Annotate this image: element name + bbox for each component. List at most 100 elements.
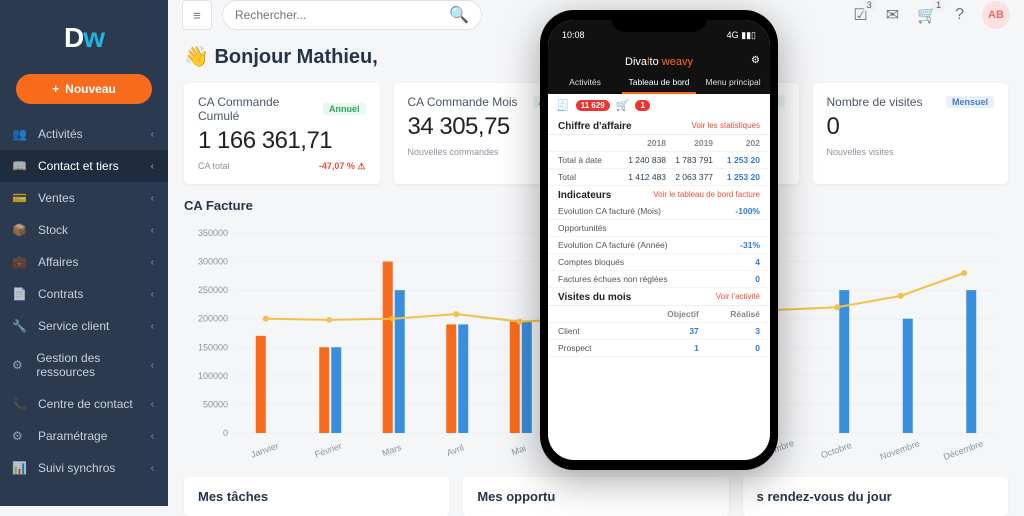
- kpi-title: Nombre de visites: [827, 95, 923, 109]
- svg-text:Octobre: Octobre: [819, 440, 853, 460]
- sidebar-item-label: Ventes: [38, 191, 75, 205]
- svg-text:Février: Février: [313, 441, 343, 460]
- chevron-left-icon: ‹: [151, 321, 154, 332]
- svg-text:200000: 200000: [198, 314, 228, 324]
- gear-icon[interactable]: ⚙: [751, 55, 760, 66]
- kpi-delta: -47,07 % ⚠: [319, 161, 366, 172]
- indicator-row: Evolution CA facturé (Année)-31%: [548, 237, 770, 254]
- nav-icon: 📖: [12, 159, 30, 173]
- sidebar-item-9[interactable]: ⚙ Paramétrage ‹: [0, 420, 168, 452]
- svg-text:Janvier: Janvier: [249, 441, 280, 460]
- kpi-value: 1 166 361,71: [198, 127, 366, 155]
- kpi-tag: Mensuel: [946, 96, 994, 108]
- nav-icon: ⚙: [12, 358, 28, 372]
- sidebar-item-label: Stock: [38, 223, 68, 237]
- sidebar: Dw +Nouveau 👥 Activités ‹ 📖 Contact et tiers…: [0, 0, 168, 506]
- sidebar-item-2[interactable]: 💳 Ventes ‹: [0, 182, 168, 214]
- nav-icon: 🔧: [12, 319, 30, 333]
- svg-text:Novembre: Novembre: [879, 438, 921, 462]
- bottom-card: Mes tâches: [184, 477, 449, 516]
- svg-text:150000: 150000: [198, 342, 228, 352]
- kpi-card: CA Commande CumuléAnnuel1 166 361,71CA t…: [184, 83, 380, 184]
- sidebar-item-1[interactable]: 📖 Contact et tiers ‹: [0, 150, 168, 182]
- svg-text:300000: 300000: [198, 257, 228, 267]
- kpi-title: CA Commande Mois: [408, 95, 518, 109]
- kpi-title: CA Commande Cumulé: [198, 95, 323, 123]
- nav-icon: 📦: [12, 223, 30, 237]
- mail-icon[interactable]: ✉: [886, 5, 899, 25]
- chevron-left-icon: ‹: [151, 463, 154, 474]
- kpi-card: Nombre de visites Mensuel 0 Nouvelles visit…: [813, 83, 1009, 184]
- sidebar-item-label: Contact et tiers: [38, 159, 119, 173]
- plus-icon: +: [52, 82, 59, 96]
- kpi-tag: Annuel: [323, 103, 366, 115]
- main: ≡ 🔍 ☑3 ✉ 🛒1 ? AB 👋 Bonjour Mathieu, CA C…: [168, 0, 1024, 506]
- phone-header: Divalto weavy ⚙: [548, 50, 770, 72]
- svg-text:350000: 350000: [198, 228, 228, 238]
- new-button[interactable]: +Nouveau: [16, 74, 152, 104]
- nav-icon: 💳: [12, 191, 30, 205]
- phone-tabs[interactable]: ActivitésTableau de bordMenu principal: [548, 72, 770, 94]
- chevron-left-icon: ‹: [151, 129, 154, 140]
- svg-text:0: 0: [223, 428, 228, 438]
- sidebar-item-4[interactable]: 💼 Affaires ‹: [0, 246, 168, 278]
- sidebar-item-6[interactable]: 🔧 Service client ‹: [0, 310, 168, 342]
- svg-text:Décembre: Décembre: [942, 438, 984, 462]
- chevron-left-icon: ‹: [151, 193, 154, 204]
- kpi-sub: Nouvelles visites: [827, 147, 894, 157]
- indicator-row: Evolution CA facturé (Mois)-100%: [548, 203, 770, 220]
- sidebar-item-label: Activités: [38, 127, 83, 141]
- nav-icon: 💼: [12, 255, 30, 269]
- sidebar-item-label: Paramétrage: [38, 429, 107, 443]
- phone-mockup: 10:084G ▮▮▯ Divalto weavy ⚙ ActivitésTab…: [540, 10, 778, 470]
- hamburger-icon: ≡: [193, 8, 201, 23]
- indicator-row: Factures échues non réglées0: [548, 271, 770, 288]
- cart-icon[interactable]: 🛒1: [917, 5, 937, 25]
- sidebar-nav: 👥 Activités ‹ 📖 Contact et tiers ‹ 💳 Ventes ‹ 📦 St…: [0, 118, 168, 506]
- bottom-card: Mes opportu: [463, 477, 728, 516]
- svg-text:50000: 50000: [203, 399, 228, 409]
- sidebar-item-label: Centre de contact: [38, 397, 133, 411]
- search-input[interactable]: [235, 8, 449, 22]
- chevron-left-icon: ‹: [151, 225, 154, 236]
- search-icon: 🔍: [449, 5, 469, 25]
- sidebar-item-label: Suivi synchros: [38, 461, 115, 475]
- chevron-left-icon: ‹: [151, 257, 154, 268]
- content: 👋 Bonjour Mathieu, CA Commande CumuléAnn…: [168, 30, 1024, 516]
- sidebar-item-0[interactable]: 👥 Activités ‹: [0, 118, 168, 150]
- svg-text:Mai: Mai: [510, 443, 527, 457]
- kpi-sub: Nouvelles commandes: [408, 147, 499, 157]
- chevron-left-icon: ‹: [151, 360, 154, 371]
- svg-text:250000: 250000: [198, 285, 228, 295]
- sidebar-item-label: Affaires: [38, 255, 78, 269]
- bottom-card: s rendez-vous du jour: [743, 477, 1008, 516]
- chevron-left-icon: ‹: [151, 431, 154, 442]
- indicator-row: Opportunités: [548, 220, 770, 237]
- nav-icon: 👥: [12, 127, 30, 141]
- svg-text:100000: 100000: [198, 371, 228, 381]
- nav-icon: ⚙: [12, 429, 30, 443]
- search-box[interactable]: 🔍: [222, 0, 482, 30]
- svg-text:Avril: Avril: [445, 443, 465, 458]
- menu-toggle[interactable]: ≡: [182, 0, 212, 30]
- sidebar-item-5[interactable]: 📄 Contrats ‹: [0, 278, 168, 310]
- tasks-icon[interactable]: ☑3: [853, 5, 867, 25]
- help-icon[interactable]: ?: [955, 6, 964, 24]
- avatar[interactable]: AB: [982, 1, 1010, 29]
- chevron-left-icon: ‹: [151, 161, 154, 172]
- phone-time: 10:08: [562, 30, 585, 40]
- sidebar-item-label: Service client: [38, 319, 109, 333]
- nav-icon: 📄: [12, 287, 30, 301]
- nav-icon: 📊: [12, 461, 30, 475]
- sidebar-item-label: Contrats: [38, 287, 83, 301]
- nav-icon: 📞: [12, 397, 30, 411]
- sidebar-item-label: Gestion des ressources: [36, 351, 150, 379]
- indicator-row: Comptes bloqués4: [548, 254, 770, 271]
- sidebar-item-10[interactable]: 📊 Suivi synchros ‹: [0, 452, 168, 484]
- chevron-left-icon: ‹: [151, 289, 154, 300]
- logo: Dw: [0, 0, 168, 68]
- sidebar-item-8[interactable]: 📞Centre de contact‹: [0, 388, 168, 420]
- sidebar-item-7[interactable]: ⚙ Gestion des ressources‹: [0, 342, 168, 388]
- kpi-value: 0: [827, 113, 995, 141]
- sidebar-item-3[interactable]: 📦 Stock ‹: [0, 214, 168, 246]
